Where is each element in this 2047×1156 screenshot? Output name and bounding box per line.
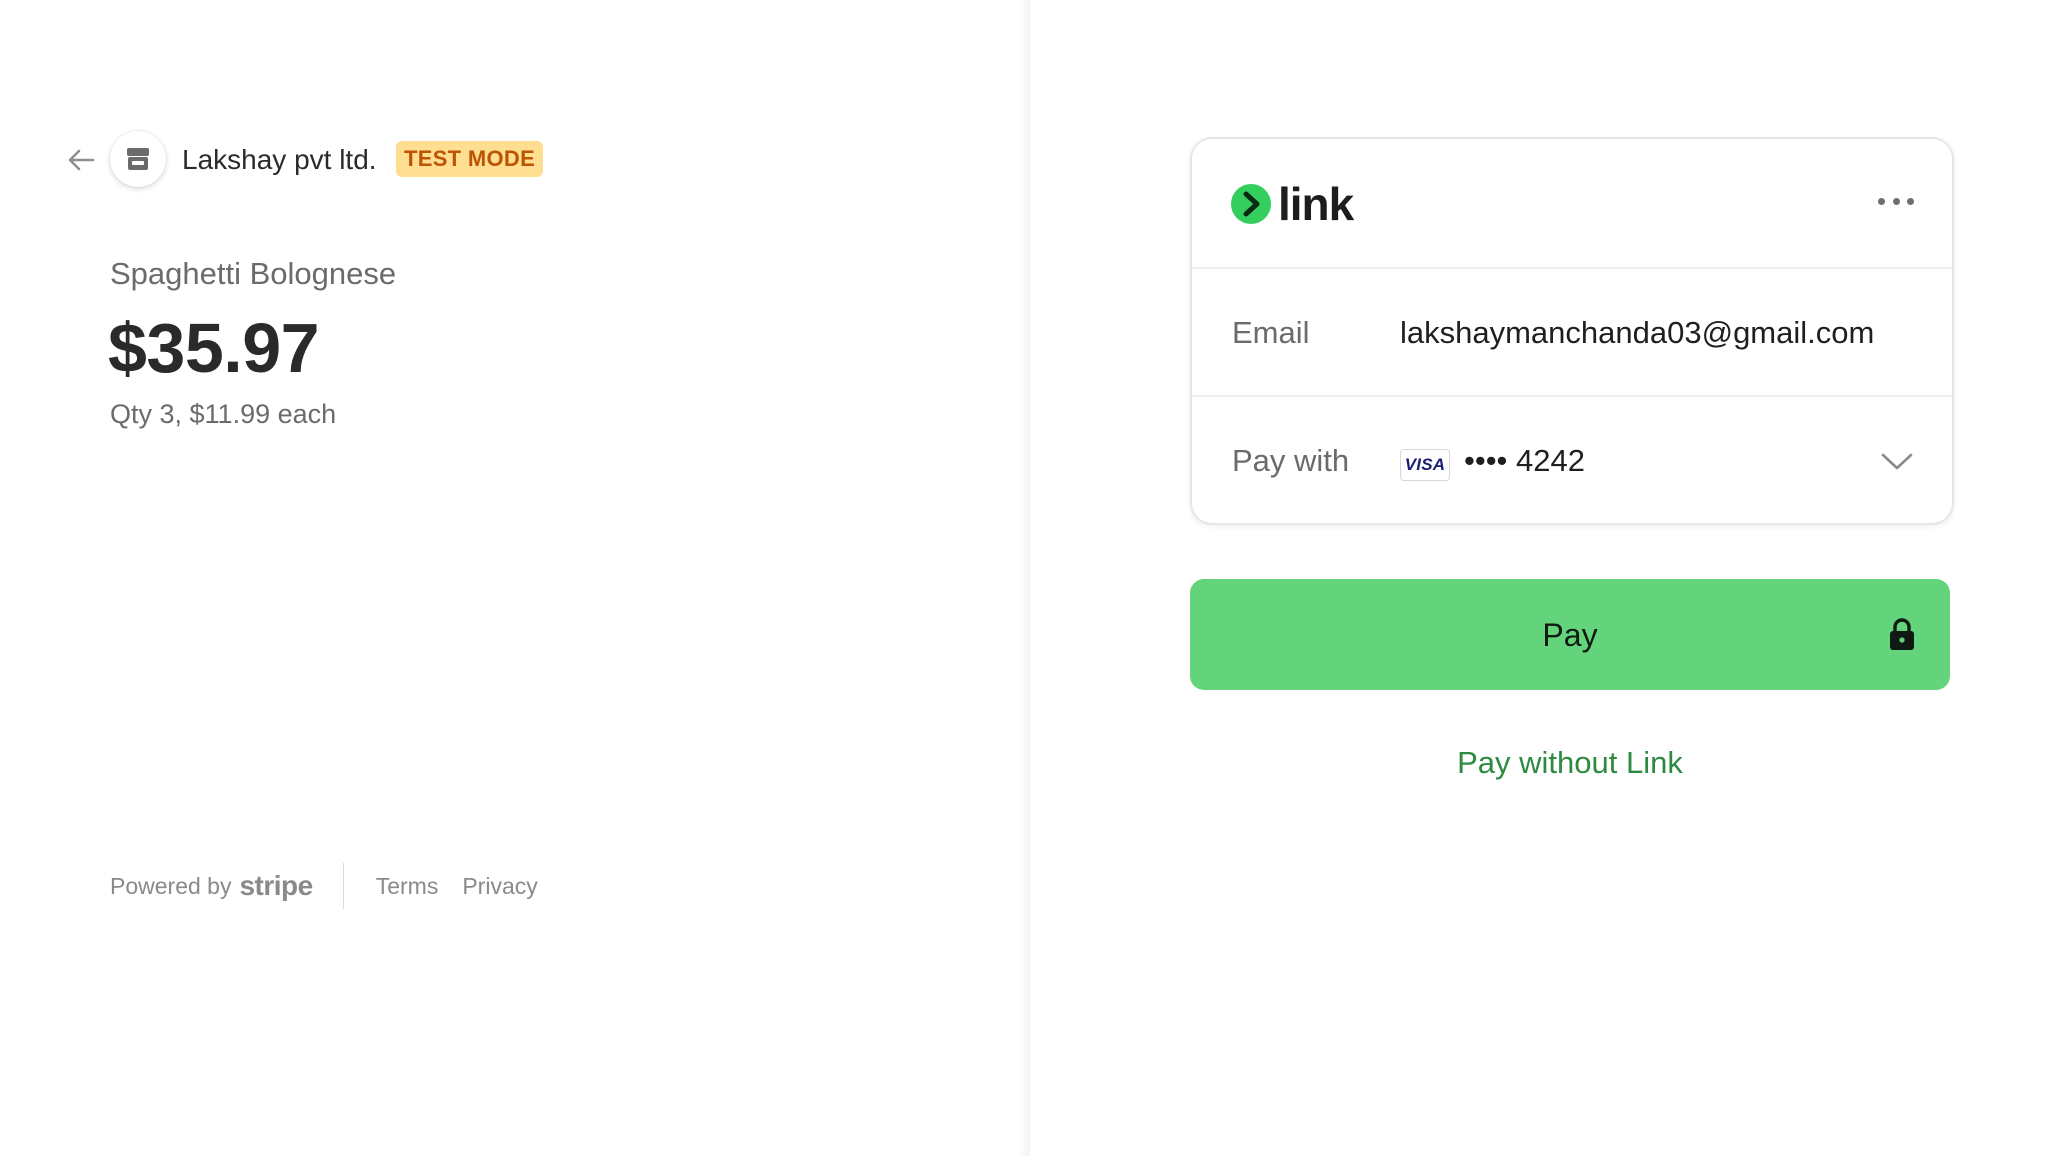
order-summary-pane: Lakshay pvt ltd. TEST MODE Spaghetti Bol…	[0, 0, 1030, 1156]
product-quantity: Qty 3, $11.99 each	[110, 399, 337, 429]
terms-link[interactable]: Terms	[376, 873, 439, 900]
store-icon	[127, 148, 149, 170]
merchant-name: Lakshay pvt ltd.	[182, 144, 377, 175]
pay-button[interactable]: Pay	[1190, 579, 1950, 690]
footer-divider	[342, 863, 344, 909]
back-arrow-icon[interactable]	[66, 145, 96, 175]
footer: Powered by stripe Terms Privacy	[110, 863, 562, 909]
test-mode-badge: TEST MODE	[396, 141, 544, 177]
link-logo: link	[1230, 178, 1354, 230]
visa-icon: VISA	[1400, 449, 1450, 481]
link-card: link Email lakshaymanchanda03@gmail.com …	[1190, 137, 1954, 525]
privacy-link[interactable]: Privacy	[462, 873, 537, 900]
payment-method-row[interactable]: Pay with VISA •••• 4242	[1192, 397, 1952, 523]
card-brand-text: VISA	[1404, 455, 1446, 474]
link-logo-text: link	[1278, 178, 1354, 230]
lock-icon	[1890, 618, 1914, 650]
link-card-header: link	[1192, 139, 1952, 269]
chevron-down-icon[interactable]	[1880, 451, 1914, 473]
pane-divider	[1018, 0, 1030, 1156]
product-price: $35.97	[108, 309, 320, 387]
email-label: Email	[1232, 315, 1310, 350]
more-dots-icon[interactable]	[1878, 189, 1914, 213]
powered-by-label: Powered by	[110, 872, 232, 899]
product-name: Spaghetti Bolognese	[110, 256, 397, 291]
card-number: •••• 4242	[1464, 443, 1585, 478]
merchant-avatar	[110, 131, 166, 187]
pay-button-label: Pay	[1542, 617, 1598, 653]
pay-with-label: Pay with	[1232, 443, 1350, 478]
link-logo-icon	[1231, 184, 1271, 224]
powered-by-stripe[interactable]: Powered by stripe	[110, 870, 313, 902]
stripe-logo: stripe	[239, 870, 313, 901]
email-row: Email lakshaymanchanda03@gmail.com	[1192, 269, 1952, 397]
email-value: lakshaymanchanda03@gmail.com	[1400, 315, 1875, 350]
pay-without-link[interactable]: Pay without Link	[1190, 745, 1950, 781]
